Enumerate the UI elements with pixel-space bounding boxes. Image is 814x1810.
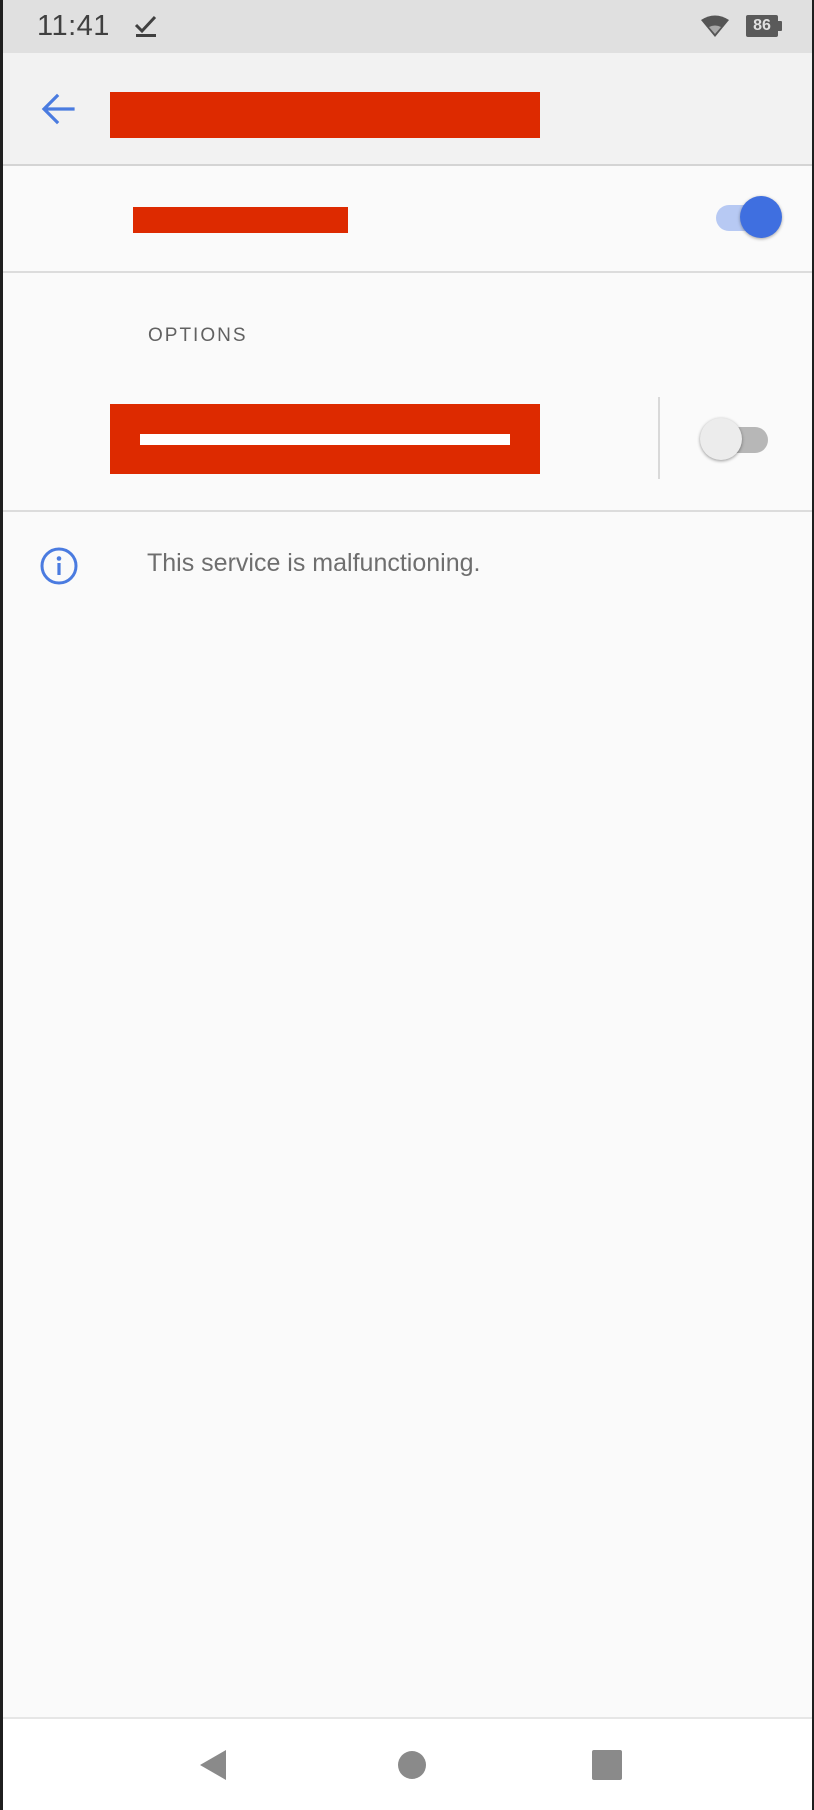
- option-label-redacted: [110, 404, 540, 474]
- nav-home-button[interactable]: [392, 1745, 432, 1785]
- main-switch-toggle[interactable]: [716, 196, 782, 240]
- screen: 11:41 86 OPTIONS This service is malfunc…: [0, 0, 814, 1810]
- options-section-header: OPTIONS: [148, 325, 248, 346]
- info-message: This service is malfunctioning.: [147, 549, 481, 577]
- battery-level: 86: [753, 17, 771, 34]
- wifi-icon: [700, 15, 730, 44]
- nav-back-icon: [200, 1750, 226, 1780]
- switch-thumb: [740, 196, 782, 238]
- nav-recents-icon: [592, 1750, 622, 1780]
- status-bar: 11:41 86: [3, 0, 812, 53]
- app-bar: [3, 53, 812, 166]
- main-switch-label-redacted: [133, 207, 348, 233]
- battery-icon: 86: [746, 15, 782, 37]
- option-row[interactable]: [3, 390, 812, 512]
- nav-home-icon: [398, 1751, 426, 1779]
- nav-recents-button[interactable]: [587, 1745, 627, 1785]
- arrow-back-icon: [41, 93, 75, 125]
- row-divider: [658, 397, 660, 479]
- main-switch-row[interactable]: [3, 166, 812, 273]
- back-button[interactable]: [33, 83, 85, 135]
- page-title-redacted: [110, 92, 540, 138]
- switch-thumb: [700, 418, 742, 460]
- option-switch-toggle[interactable]: [700, 418, 768, 462]
- navigation-bar: [3, 1717, 812, 1810]
- nav-back-button[interactable]: [194, 1745, 234, 1785]
- download-done-icon: [134, 14, 158, 43]
- status-time: 11:41: [37, 10, 110, 42]
- info-icon: [39, 546, 79, 591]
